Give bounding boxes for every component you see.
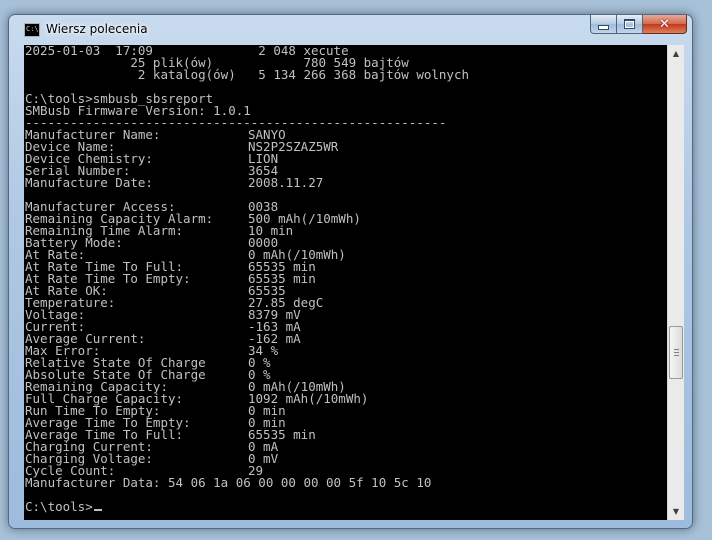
window-controls: ✕: [590, 15, 687, 34]
arrow-up-icon: ▲: [672, 49, 680, 58]
arrow-down-icon: ▼: [672, 507, 680, 516]
report-row: Manufacture Date: 2008.11.27: [25, 175, 469, 190]
maximize-button[interactable]: [617, 15, 643, 34]
scroll-up-arrow[interactable]: ▲: [668, 45, 684, 62]
console-output[interactable]: 2025-01-03 17:09 2 048 xecute 25 plik(ów…: [24, 45, 667, 520]
scroll-down-arrow[interactable]: ▼: [668, 503, 684, 520]
text-cursor: [93, 509, 102, 511]
vertical-scrollbar[interactable]: ▲ ▼: [667, 45, 684, 520]
report-row: Voltage: 8379 mV: [25, 308, 469, 321]
window-title: Wiersz polecenia: [46, 22, 148, 36]
report-label: Manufacture Date:: [25, 175, 153, 190]
close-icon: ✕: [659, 16, 670, 32]
manufacturer-data-line: Manufacturer Data: 54 06 1a 06 00 00 00 …: [25, 475, 432, 490]
minimize-button[interactable]: [590, 15, 617, 34]
console-line: 2 katalog(ów) 5 134 266 368 bajtów wolny…: [25, 67, 470, 82]
prompt-text: C:\tools>: [25, 499, 93, 514]
report-value: 2008.11.27: [248, 175, 324, 190]
report-row: Battery Mode: 0000: [25, 236, 469, 249]
grip-line: [674, 348, 679, 350]
minimize-icon: [598, 25, 609, 30]
report-row: Temperature: 27.85 degC: [25, 296, 469, 309]
prompt-line[interactable]: C:\tools>: [25, 499, 469, 514]
grip-line: [674, 354, 679, 356]
maximize-icon: [624, 19, 635, 29]
console-lines: 2025-01-03 17:09 2 048 xecute 25 plik(ów…: [25, 45, 469, 513]
scroll-thumb[interactable]: [669, 325, 683, 379]
close-button[interactable]: ✕: [643, 15, 687, 34]
title-bar[interactable]: C:\ Wiersz polecenia ✕: [9, 15, 692, 45]
cmd-icon[interactable]: C:\: [24, 23, 40, 37]
command-prompt-window: C:\ Wiersz polecenia ✕ 2025-01-03 17:09 …: [8, 14, 693, 529]
grip-line: [674, 351, 679, 353]
